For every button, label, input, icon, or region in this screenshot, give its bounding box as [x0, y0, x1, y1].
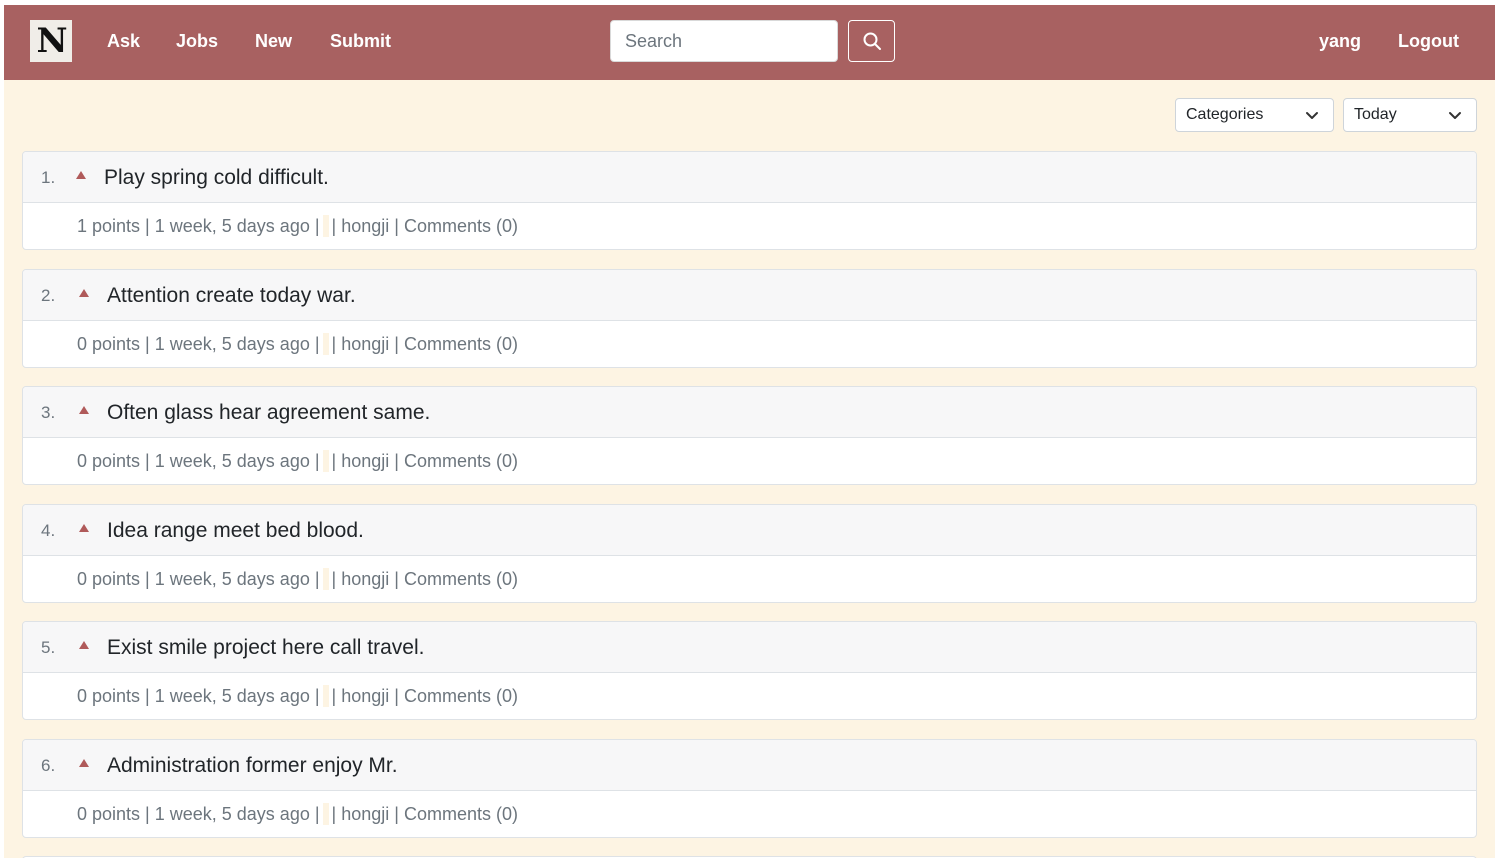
story-rank: 5.	[41, 638, 56, 657]
logout-link[interactable]: Logout	[1398, 30, 1459, 52]
period-select[interactable]: Today	[1343, 98, 1477, 132]
story-age: 1 week, 5 days ago	[154, 686, 310, 706]
upvote-arrow-icon[interactable]	[79, 406, 89, 414]
story-header: 6. Administration former enjoy Mr.	[23, 740, 1476, 791]
chevron-down-icon	[1306, 112, 1318, 119]
story-author-link[interactable]: hongji	[341, 451, 389, 471]
chevron-down-icon	[1449, 112, 1461, 119]
story-author-link[interactable]: hongji	[341, 804, 389, 824]
story-item: 1. Play spring cold difficult. 1 points …	[22, 151, 1477, 250]
story-rank: 4.	[41, 521, 56, 540]
story-tag	[322, 215, 329, 237]
story-comments-link[interactable]: Comments (0)	[404, 334, 518, 354]
story-age: 1 week, 5 days ago	[154, 216, 310, 236]
story-tag	[322, 568, 329, 590]
story-points: 0 points	[77, 334, 141, 354]
story-tag	[322, 803, 329, 825]
story-author-link[interactable]: hongji	[341, 216, 389, 236]
story-header: 3. Often glass hear agreement same.	[23, 387, 1476, 438]
story-rank: 6.	[41, 756, 56, 775]
upvote-arrow-icon[interactable]	[79, 641, 89, 649]
story-title[interactable]: Attention create today war.	[107, 283, 356, 308]
story-meta: 0 points | 1 week, 5 days ago | | hongji …	[77, 685, 518, 707]
story-age: 1 week, 5 days ago	[154, 334, 310, 354]
story-meta: 0 points | 1 week, 5 days ago | | hongji …	[77, 333, 518, 355]
story-title[interactable]: Idea range meet bed blood.	[107, 518, 364, 543]
user-link[interactable]: yang	[1319, 30, 1361, 52]
nav-link-jobs[interactable]: Jobs	[176, 30, 218, 52]
categories-select-value: Categories	[1186, 106, 1264, 123]
story-header: 2. Attention create today war.	[23, 270, 1476, 321]
story-meta: 0 points | 1 week, 5 days ago | | hongji …	[77, 803, 518, 825]
story-points: 1 points	[77, 216, 141, 236]
story-item: 5. Exist smile project here call travel.…	[22, 621, 1477, 720]
story-item: 6. Administration former enjoy Mr. 0 poi…	[22, 739, 1477, 838]
story-points: 0 points	[77, 569, 141, 589]
nav-link-ask[interactable]: Ask	[107, 30, 140, 52]
story-tag	[322, 450, 329, 472]
story-item: 2. Attention create today war. 0 points …	[22, 269, 1477, 368]
story-author-link[interactable]: hongji	[341, 686, 389, 706]
upvote-arrow-icon[interactable]	[79, 524, 89, 532]
upvote-arrow-icon[interactable]	[76, 171, 86, 179]
story-rank: 1.	[41, 168, 56, 187]
story-comments-link[interactable]: Comments (0)	[404, 804, 518, 824]
story-age: 1 week, 5 days ago	[154, 569, 310, 589]
site-logo[interactable]: N	[30, 20, 72, 62]
story-item: 3. Often glass hear agreement same. 0 po…	[22, 386, 1477, 485]
search-input[interactable]	[610, 20, 838, 62]
search-button[interactable]	[848, 20, 895, 62]
story-header: 4. Idea range meet bed blood.	[23, 505, 1476, 556]
story-meta: 0 points | 1 week, 5 days ago | | hongji …	[77, 450, 518, 472]
story-points: 0 points	[77, 804, 141, 824]
page: N Ask Jobs New Submit yang Logout Catego…	[4, 5, 1495, 858]
story-comments-link[interactable]: Comments (0)	[404, 569, 518, 589]
story-rank: 3.	[41, 403, 56, 422]
story-title[interactable]: Exist smile project here call travel.	[107, 635, 424, 660]
nav-link-new[interactable]: New	[255, 30, 292, 52]
story-author-link[interactable]: hongji	[341, 569, 389, 589]
story-author-link[interactable]: hongji	[341, 334, 389, 354]
story-tag	[322, 333, 329, 355]
upvote-arrow-icon[interactable]	[79, 759, 89, 767]
story-age: 1 week, 5 days ago	[154, 451, 310, 471]
story-rank: 2.	[41, 286, 56, 305]
upvote-arrow-icon[interactable]	[79, 289, 89, 297]
story-header: 1. Play spring cold difficult.	[23, 152, 1476, 203]
story-comments-link[interactable]: Comments (0)	[404, 216, 518, 236]
story-points: 0 points	[77, 686, 141, 706]
story-title[interactable]: Often glass hear agreement same.	[107, 400, 430, 425]
search-icon	[863, 32, 881, 50]
top-navbar: N Ask Jobs New Submit yang Logout	[4, 5, 1495, 80]
story-comments-link[interactable]: Comments (0)	[404, 686, 518, 706]
story-meta: 1 points | 1 week, 5 days ago | | hongji …	[77, 215, 518, 237]
story-title[interactable]: Play spring cold difficult.	[104, 165, 329, 190]
story-age: 1 week, 5 days ago	[154, 804, 310, 824]
period-select-value: Today	[1354, 106, 1397, 123]
story-points: 0 points	[77, 451, 141, 471]
story-header: 5. Exist smile project here call travel.	[23, 622, 1476, 673]
story-meta: 0 points | 1 week, 5 days ago | | hongji …	[77, 568, 518, 590]
story-title[interactable]: Administration former enjoy Mr.	[107, 753, 398, 778]
story-comments-link[interactable]: Comments (0)	[404, 451, 518, 471]
story-tag	[322, 685, 329, 707]
story-item: 4. Idea range meet bed blood. 0 points |…	[22, 504, 1477, 603]
categories-select[interactable]: Categories	[1175, 98, 1334, 132]
nav-link-submit[interactable]: Submit	[330, 30, 391, 52]
